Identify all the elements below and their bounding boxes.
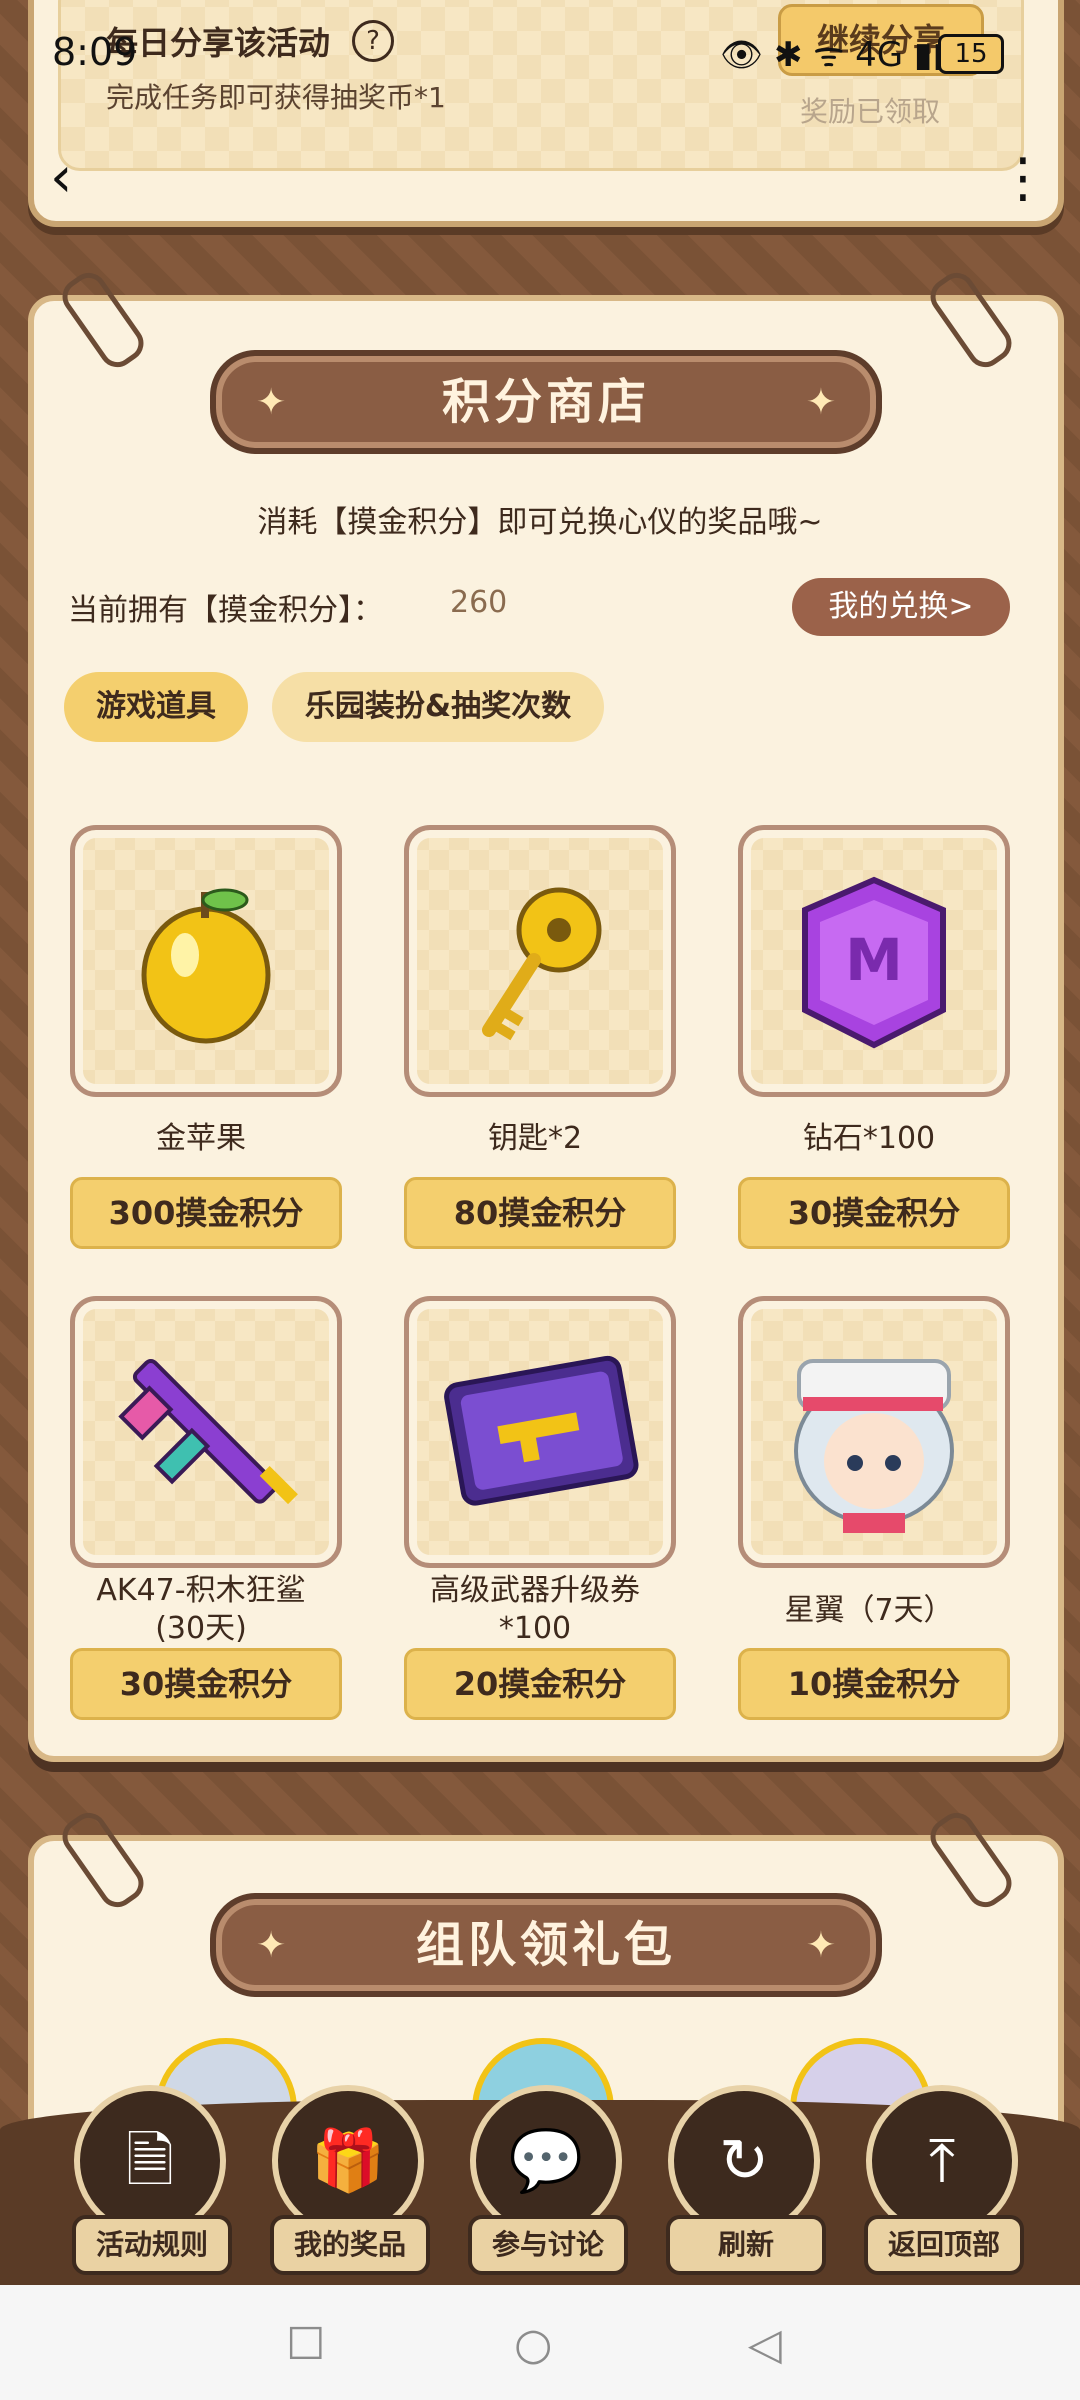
item-name: 星翼（7天） — [784, 1593, 954, 1628]
item-name: AK47-积木狂鲨 (30天) — [96, 1573, 306, 1646]
item-name: 金苹果 — [156, 1121, 246, 1156]
help-icon[interactable]: ? — [352, 20, 394, 62]
tab-park-decor[interactable]: 乐园装扮&抽奖次数 — [272, 672, 604, 742]
team-title: 组队领礼包 — [415, 1917, 676, 1973]
chat-icon: 💬 — [508, 2126, 584, 2196]
team-title-banner: ✦ 组队领礼包 ✦ — [210, 1893, 882, 1997]
shop-title: 积分商店 — [441, 374, 650, 430]
status-time: 8:09 — [52, 30, 138, 74]
refresh-icon: ↻ — [718, 2126, 770, 2196]
nav-label: 参与讨论 — [468, 2215, 628, 2275]
nav-my-prizes-button[interactable]: 🎁 我的奖品 — [270, 2085, 430, 2275]
shop-description: 消耗【摸金积分】即可兑换心仪的奖品哦~ — [257, 505, 823, 540]
daily-share-title: 每日分享该活动 — [106, 24, 331, 62]
nav-label: 返回顶部 — [864, 2215, 1024, 2275]
back-nav-icon[interactable]: ◁ — [748, 2319, 782, 2370]
rules-icon: 🗎 — [125, 2126, 175, 2196]
gift-icon: 🎁 — [310, 2126, 386, 2196]
item-card-weapon-ticket[interactable] — [404, 1296, 676, 1568]
diamond-icon: M — [802, 876, 946, 1049]
item-card-golden-apple[interactable] — [70, 825, 342, 1097]
recent-apps-icon[interactable]: ☐ — [286, 2319, 325, 2370]
ak47-gun-icon — [118, 1358, 298, 1505]
sparkle-icon: ✦ — [805, 382, 836, 423]
item-card-ak47[interactable] — [70, 1296, 342, 1568]
weapon-ticket-icon — [444, 1355, 639, 1506]
nav-rules-button[interactable]: 🗎 活动规则 — [72, 2085, 232, 2275]
status-icons: 👁 ✱ ᯤ 4G ▮▮ — [720, 35, 952, 75]
item-card-character[interactable] — [738, 1296, 1010, 1568]
redeem-button[interactable]: 80摸金积分 — [404, 1177, 676, 1249]
shop-title-banner: ✦ 积分商店 ✦ — [210, 350, 882, 454]
more-options-icon[interactable]: ⋮ — [996, 150, 1050, 206]
tab-game-items[interactable]: 游戏道具 — [64, 672, 248, 742]
nav-label: 刷新 — [666, 2215, 826, 2275]
golden-key-icon — [482, 887, 602, 1041]
sparkle-icon: ✦ — [805, 1925, 836, 1966]
points-label: 当前拥有【摸金积分】： — [68, 593, 383, 628]
nav-refresh-button[interactable]: ↻ 刷新 — [666, 2085, 826, 2275]
redeem-button[interactable]: 30摸金积分 — [738, 1177, 1010, 1249]
redeem-button[interactable]: 300摸金积分 — [70, 1177, 342, 1249]
back-to-top-icon: ⤒ — [928, 2126, 956, 2196]
svg-text:M: M — [845, 926, 903, 994]
redeem-button[interactable]: 30摸金积分 — [70, 1648, 342, 1720]
item-name: 钥匙*2 — [487, 1121, 583, 1156]
points-value: 260 — [450, 585, 508, 620]
back-icon[interactable]: ‹ — [50, 150, 72, 206]
item-name: 钻石*100 — [802, 1121, 936, 1156]
daily-share-subtitle: 完成任务即可获得抽奖币*1 — [106, 81, 446, 114]
reward-status: 奖励已领取 — [800, 95, 941, 128]
redeem-button[interactable]: 10摸金积分 — [738, 1648, 1010, 1720]
nav-label: 活动规则 — [72, 2215, 232, 2275]
battery-icon: 15 — [938, 34, 1004, 74]
item-name: 高级武器升级券 *100 — [430, 1573, 640, 1646]
item-card-key[interactable] — [404, 825, 676, 1097]
golden-apple-icon — [141, 888, 271, 1044]
nav-back-to-top-button[interactable]: ⤒ 返回顶部 — [864, 2085, 1024, 2275]
nav-label: 我的奖品 — [270, 2215, 430, 2275]
character-avatar-icon — [794, 1359, 954, 1533]
nav-discussion-button[interactable]: 💬 参与讨论 — [468, 2085, 628, 2275]
home-icon[interactable]: ○ — [514, 2319, 552, 2370]
my-exchange-button[interactable]: 我的兑换> — [792, 578, 1010, 636]
item-card-diamond[interactable]: M — [738, 825, 1010, 1097]
redeem-button[interactable]: 20摸金积分 — [404, 1648, 676, 1720]
system-navigation-bar: ☐ ○ ◁ — [0, 2285, 1080, 2400]
